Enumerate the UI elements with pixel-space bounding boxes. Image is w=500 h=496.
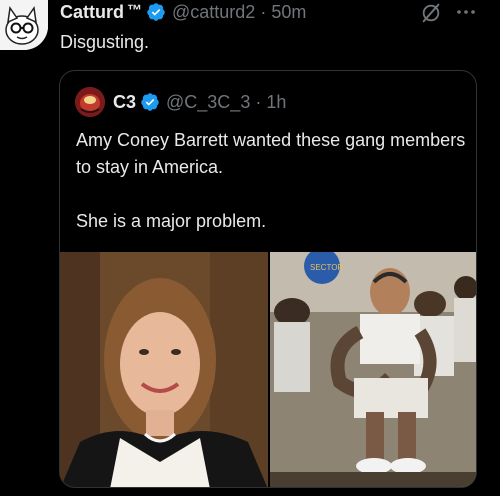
user-avatar[interactable]: [0, 0, 48, 50]
tweet-text: Disgusting.: [60, 32, 150, 52]
sign-text: SECTOR: [310, 263, 343, 272]
quoted-media-grid: SECTOR: [60, 252, 476, 487]
quoted-text-paragraph: She is a major problem.: [76, 211, 267, 231]
quoted-tweet-text: Amy Coney Barrett wanted these gang memb…: [76, 127, 466, 235]
quoted-avatar-icon: [75, 87, 105, 117]
quoted-tweet-header: C3 @C_3C_3 · 1h: [75, 87, 286, 117]
quoted-user-handle[interactable]: @C_3C_3: [166, 92, 250, 113]
trademark-symbol: ™: [127, 1, 142, 19]
separator-dot: ·: [260, 1, 267, 22]
more-options-icon[interactable]: [456, 5, 476, 19]
display-name[interactable]: Catturd: [60, 2, 124, 23]
portrait-illustration: [60, 252, 268, 487]
verified-badge-icon: [147, 3, 165, 21]
grok-icon[interactable]: [420, 2, 442, 24]
quoted-text-paragraph: Amy Coney Barrett wanted these gang memb…: [76, 130, 466, 177]
quoted-tweet[interactable]: C3 @C_3C_3 · 1h Amy Coney Barrett wanted…: [59, 70, 477, 488]
tweet-header: Catturd ™ @catturd2 · 50m: [60, 0, 306, 24]
user-handle[interactable]: @catturd2: [172, 2, 255, 23]
quoted-timestamp[interactable]: 1h: [266, 92, 286, 113]
verified-badge-icon: [141, 93, 159, 111]
quoted-user-avatar[interactable]: [75, 87, 105, 117]
quoted-display-name[interactable]: C3: [113, 92, 136, 113]
separator-dot: ·: [255, 91, 262, 112]
prisoners-illustration: SECTOR: [270, 252, 476, 487]
portrait-photo[interactable]: [60, 252, 268, 487]
prisoners-photo[interactable]: SECTOR: [270, 252, 476, 487]
timestamp[interactable]: 50m: [271, 2, 306, 23]
cat-avatar-icon: [0, 0, 48, 50]
